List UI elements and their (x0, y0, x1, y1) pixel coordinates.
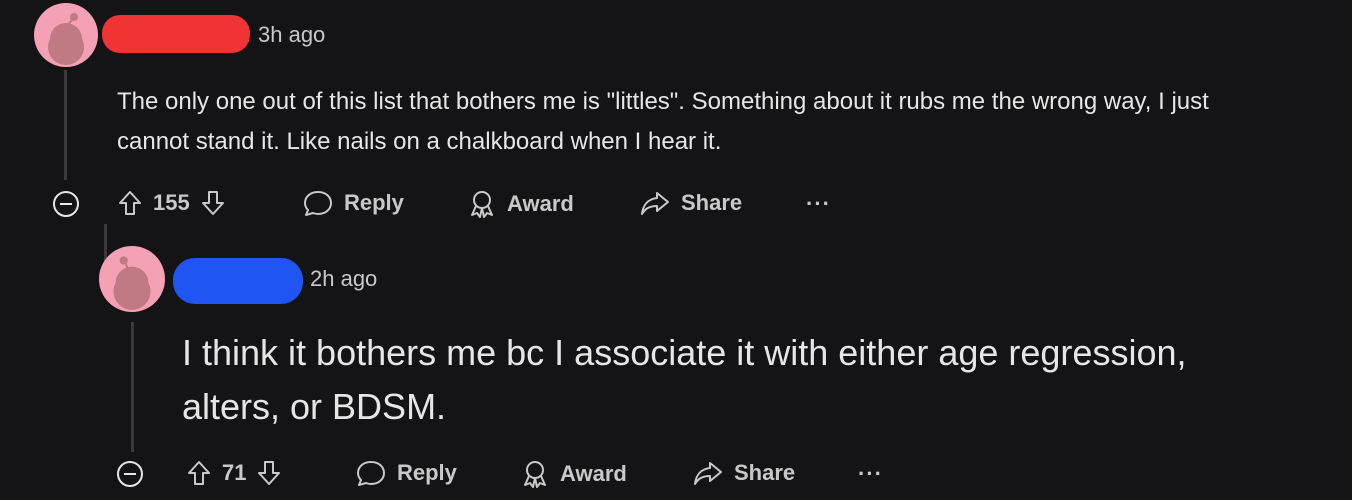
share-button[interactable]: Share (639, 189, 742, 217)
reply-label: Reply (344, 190, 404, 215)
vote-controls: 71 (186, 459, 282, 487)
snoo-avatar-icon (48, 13, 84, 65)
comment-body: I think it bothers me bc I associate it … (182, 332, 1187, 427)
share-label: Share (681, 190, 743, 215)
thread-line[interactable] (64, 70, 67, 180)
award-button[interactable]: Award (520, 459, 627, 489)
collapse-thread-button[interactable] (53, 191, 79, 217)
more-options-button[interactable]: ··· (806, 191, 831, 217)
comment-timestamp: 2h ago (310, 266, 378, 291)
reply-button[interactable]: Reply (355, 459, 457, 487)
share-button[interactable]: Share (692, 459, 795, 487)
snoo-avatar-icon (113, 256, 151, 310)
share-arrow-icon (641, 192, 669, 215)
collapse-thread-button[interactable] (117, 461, 143, 487)
thread-line[interactable] (131, 322, 134, 452)
redacted-username (102, 15, 250, 53)
comment-bubble-icon (357, 461, 385, 486)
redacted-username (173, 258, 303, 304)
reply-button[interactable]: Reply (302, 189, 404, 217)
upvote-icon[interactable] (186, 459, 212, 487)
share-label: Share (734, 460, 796, 485)
downvote-icon[interactable] (256, 459, 282, 487)
award-button[interactable]: Award (467, 189, 574, 219)
reply-label: Reply (397, 460, 457, 485)
share-arrow-icon (694, 462, 722, 485)
comment-timestamp: 3h ago (258, 22, 326, 47)
vote-count: 71 (222, 460, 247, 485)
avatar[interactable] (99, 246, 165, 312)
comment-bubble-icon (304, 191, 332, 216)
vote-controls: 155 (117, 189, 226, 217)
vote-count: 155 (153, 190, 190, 215)
upvote-icon[interactable] (117, 189, 143, 217)
downvote-icon[interactable] (200, 189, 226, 217)
award-icon (471, 191, 493, 218)
comment-body: The only one out of this list that bothe… (117, 88, 1209, 155)
more-options-button[interactable]: ··· (858, 461, 883, 487)
award-label: Award (560, 461, 627, 486)
award-icon (524, 461, 546, 488)
award-label: Award (507, 191, 574, 216)
avatar[interactable] (34, 3, 98, 67)
